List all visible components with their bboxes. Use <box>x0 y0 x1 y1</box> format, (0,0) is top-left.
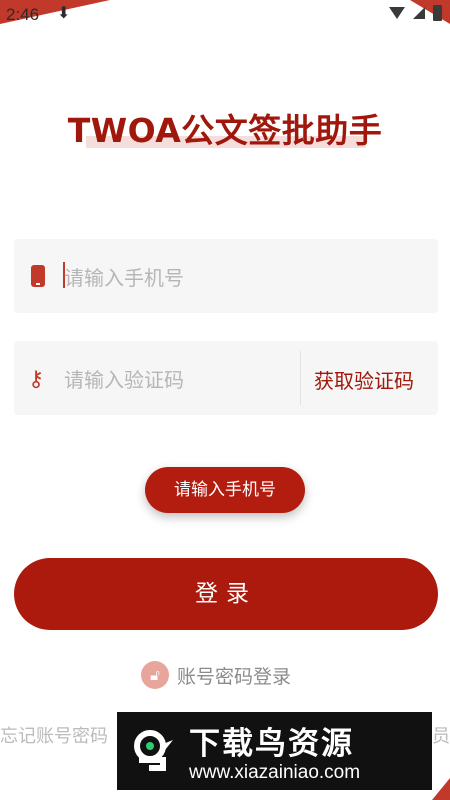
code-field[interactable]: ⚷ 请输入验证码 获取验证码 <box>14 341 438 415</box>
field-divider <box>300 351 301 405</box>
phone-field[interactable]: 请输入手机号 <box>14 239 438 313</box>
watermark-url: www.xiazainiao.com <box>189 762 361 783</box>
get-code-button[interactable]: 获取验证码 <box>314 365 414 394</box>
phone-input-placeholder[interactable]: 请输入手机号 <box>64 262 184 291</box>
code-input-placeholder[interactable]: 请输入验证码 <box>64 364 184 393</box>
forgot-password-link[interactable]: 忘记账号密码 <box>0 722 108 748</box>
status-bar: 2:46 ⬇ <box>0 0 450 28</box>
account-login-link[interactable]: 🔓︎ 账号密码登录 <box>141 660 291 690</box>
download-icon: ⬇ <box>57 3 71 22</box>
wifi-icon <box>389 7 405 19</box>
phone-icon <box>28 265 48 287</box>
signal-icon <box>413 7 425 19</box>
corner-decoration-bottom-right <box>432 778 450 800</box>
lock-icon: 🔓︎ <box>141 661 169 689</box>
app-title: TWOA公文签批助手 <box>67 111 383 150</box>
status-icons <box>389 5 442 21</box>
key-icon: ⚷ <box>28 367 45 392</box>
login-button[interactable]: 登录 <box>14 558 438 630</box>
watermark-title: 下载鸟资源 <box>189 726 354 762</box>
toast-message: 请输入手机号 <box>145 467 305 513</box>
battery-icon <box>433 5 442 21</box>
account-login-label: 账号密码登录 <box>177 665 292 688</box>
bird-logo-icon <box>125 724 179 778</box>
watermark-banner: 下载鸟资源 www.xiazainiao.com <box>117 712 432 790</box>
status-time: 2:46 <box>6 5 40 24</box>
